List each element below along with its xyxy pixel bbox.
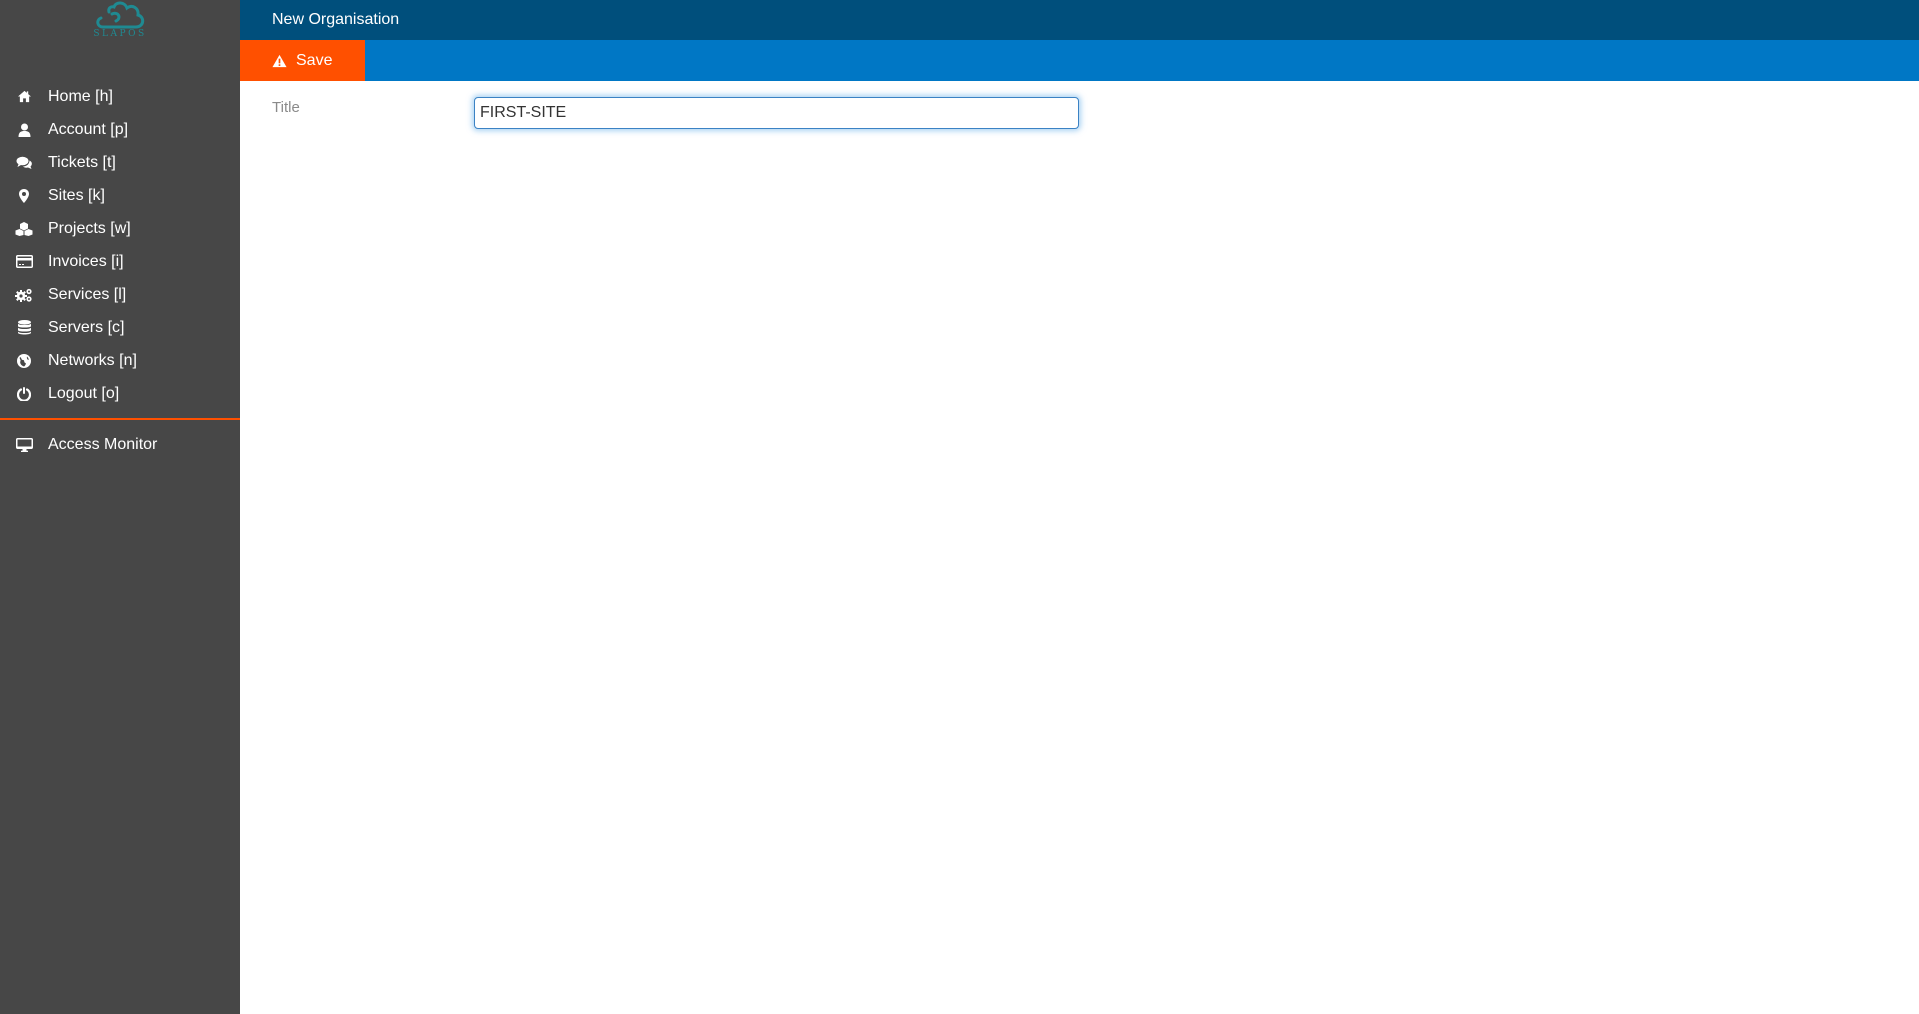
- sidebar-item-sites[interactable]: Sites [k]: [0, 179, 240, 212]
- sidebar-item-servers[interactable]: Servers [c]: [0, 311, 240, 344]
- home-icon: [15, 89, 33, 105]
- toolbar: Save: [240, 40, 1919, 81]
- globe-icon: [15, 353, 33, 369]
- sidebar-item-label: Servers [c]: [48, 318, 125, 336]
- database-icon: [15, 320, 33, 336]
- sidebar-item-label: Tickets [t]: [48, 153, 116, 171]
- cloud-icon: [96, 1, 145, 29]
- sidebar-item-label: Invoices [i]: [48, 252, 124, 270]
- power-off-icon: [15, 386, 33, 402]
- save-button[interactable]: Save: [240, 40, 365, 81]
- logo[interactable]: SLAPOS: [88, 0, 152, 42]
- sidebar-item-networks[interactable]: Networks [n]: [0, 344, 240, 377]
- sidebar-item-label: Projects [w]: [48, 219, 131, 237]
- sidebar-item-services[interactable]: Services [l]: [0, 278, 240, 311]
- credit-card-icon: [15, 254, 33, 270]
- logo-text: SLAPOS: [93, 29, 147, 39]
- title-input[interactable]: [474, 97, 1079, 129]
- sidebar-item-label: Networks [n]: [48, 351, 137, 369]
- page-title: New Organisation: [272, 11, 400, 28]
- warning-icon: [272, 54, 287, 68]
- sidebar-item-label: Logout [o]: [48, 384, 120, 402]
- save-button-label: Save: [296, 51, 333, 69]
- sidebar-item-home[interactable]: Home [h]: [0, 80, 240, 113]
- sidebar-item-projects[interactable]: Projects [w]: [0, 212, 240, 245]
- map-marker-icon: [15, 188, 33, 204]
- secondary-nav: Access Monitor: [0, 428, 240, 461]
- sidebar-item-tickets[interactable]: Tickets [t]: [0, 146, 240, 179]
- sidebar-separator: [0, 418, 240, 420]
- sidebar-item-invoices[interactable]: Invoices [i]: [0, 245, 240, 278]
- desktop-icon: [15, 437, 33, 453]
- sidebar-item-label: Sites [k]: [48, 186, 105, 204]
- title-label: Title: [272, 99, 300, 116]
- page-header: New Organisation: [240, 0, 1919, 40]
- sidebar-item-label: Home [h]: [48, 87, 113, 105]
- sidebar-item-label: Account [p]: [48, 120, 129, 138]
- sidebar-item-label: Services [l]: [48, 285, 127, 303]
- cubes-icon: [15, 221, 33, 237]
- user-icon: [15, 122, 33, 138]
- comments-icon: [15, 155, 33, 171]
- sidebar: SLAPOS Home [h] Account [p] Tickets [t] …: [0, 0, 240, 1014]
- sidebar-item-logout[interactable]: Logout [o]: [0, 377, 240, 410]
- sidebar-item-label: Access Monitor: [48, 435, 158, 453]
- sidebar-item-access-monitor[interactable]: Access Monitor: [0, 428, 240, 461]
- gears-icon: [15, 287, 33, 303]
- sidebar-item-account[interactable]: Account [p]: [0, 113, 240, 146]
- main-nav: Home [h] Account [p] Tickets [t] Sites […: [0, 80, 240, 410]
